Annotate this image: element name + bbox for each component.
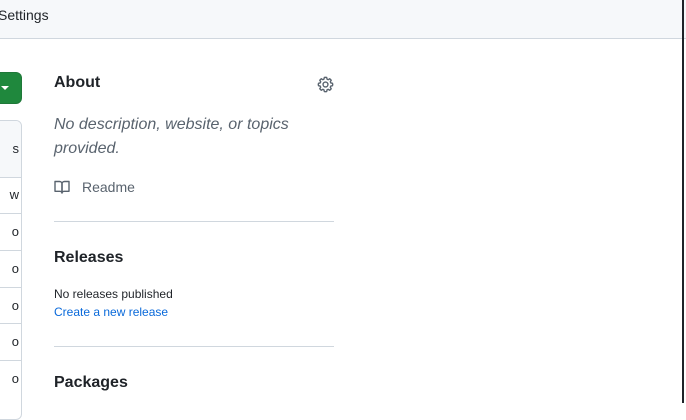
- no-releases-text: No releases published: [54, 287, 173, 301]
- file-row[interactable]: o: [0, 323, 21, 360]
- create-release-link[interactable]: Create a new release: [54, 305, 168, 319]
- about-heading: About: [54, 74, 101, 91]
- file-row-text: o: [11, 261, 19, 276]
- caret-down-icon: [1, 86, 9, 90]
- about-description: No description, website, or topics provi…: [54, 116, 289, 157]
- file-row-text: o: [11, 371, 19, 386]
- readme-label: Readme: [82, 179, 135, 195]
- book-icon: [54, 180, 70, 194]
- releases-heading[interactable]: Releases: [54, 249, 123, 267]
- section-divider: [54, 221, 334, 222]
- code-dropdown-button[interactable]: [0, 72, 22, 104]
- gear-icon[interactable]: [317, 76, 334, 93]
- section-divider: [54, 346, 334, 347]
- file-row-text: o: [11, 298, 19, 313]
- tab-settings[interactable]: Settings: [0, 7, 49, 23]
- file-row[interactable]: o: [0, 213, 21, 250]
- repo-nav-bar: Settings: [0, 0, 686, 39]
- file-row[interactable]: o: [0, 360, 21, 397]
- file-row-text: w: [9, 187, 19, 202]
- file-row[interactable]: o: [0, 287, 21, 323]
- file-row[interactable]: o: [0, 250, 21, 287]
- file-list-header: s: [0, 121, 21, 177]
- file-row-text: o: [11, 334, 19, 349]
- packages-heading[interactable]: Packages: [54, 374, 128, 392]
- file-list-header-text: s: [12, 141, 20, 156]
- window-edge: [682, 0, 684, 403]
- file-list: s w o o o o o: [0, 120, 22, 420]
- file-row-text: o: [11, 224, 19, 239]
- readme-link[interactable]: Readme: [54, 177, 135, 197]
- file-row[interactable]: w: [0, 177, 21, 213]
